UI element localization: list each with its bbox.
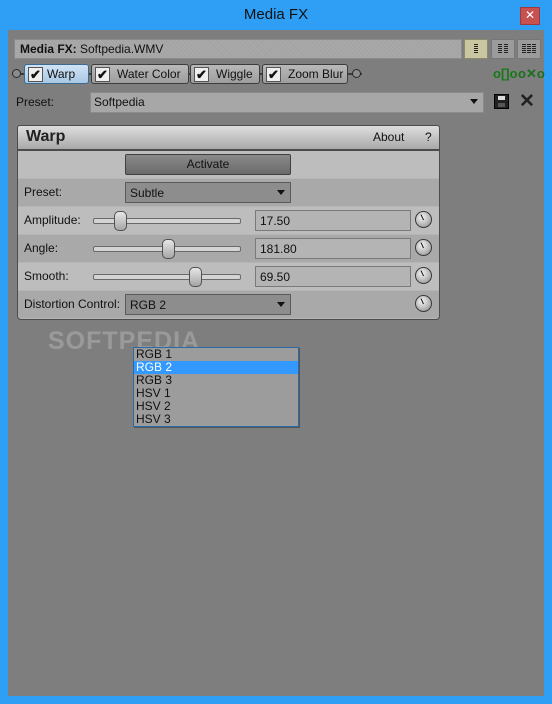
- title-bar[interactable]: Media FX ✕: [0, 0, 552, 30]
- delete-preset-icon[interactable]: ✕: [519, 90, 535, 113]
- smooth-slider[interactable]: [93, 267, 241, 287]
- smooth-value: 69.50: [260, 270, 291, 284]
- fx-tab-label: Warp: [47, 67, 76, 81]
- media-fx-label: Media FX:: [20, 42, 77, 56]
- angle-row: Angle: 181.80: [18, 235, 439, 262]
- smooth-row: Smooth: 69.50: [18, 263, 439, 290]
- amplitude-input[interactable]: 17.50: [255, 210, 411, 231]
- fx-tab-zoom-blur[interactable]: ✔ Zoom Blur: [262, 64, 348, 84]
- fx-tab-label: Water Color: [117, 67, 181, 81]
- preset-label: Preset:: [16, 95, 55, 109]
- fx-tab-wiggle[interactable]: ✔ Wiggle: [190, 64, 260, 84]
- about-link[interactable]: About: [373, 130, 404, 144]
- fx-tab-water-color[interactable]: ✔ Water Color: [91, 64, 189, 84]
- water-color-checkbox[interactable]: ✔: [95, 67, 110, 82]
- chevron-down-icon: [470, 99, 478, 104]
- chain-end-node-icon: [352, 69, 361, 78]
- two-column-view-icon[interactable]: [491, 39, 515, 59]
- angle-slider[interactable]: [93, 239, 241, 259]
- amplitude-label: Amplitude:: [24, 213, 81, 227]
- warp-checkbox[interactable]: ✔: [28, 67, 43, 82]
- amplitude-slider[interactable]: [93, 211, 241, 231]
- media-file-name: Softpedia.WMV: [80, 42, 164, 56]
- plug-in-chain-icon[interactable]: o[]o: [493, 66, 518, 82]
- amplitude-keyframe-icon[interactable]: [415, 211, 432, 228]
- angle-input[interactable]: 181.80: [255, 238, 411, 259]
- amplitude-row: Amplitude: 17.50: [18, 207, 439, 234]
- angle-value: 181.80: [260, 242, 297, 256]
- angle-slider-thumb[interactable]: [161, 239, 175, 259]
- save-preset-icon[interactable]: [494, 94, 509, 109]
- plugin-preset-label: Preset:: [24, 185, 63, 199]
- window-title: Media FX: [243, 6, 309, 23]
- smooth-slider-thumb[interactable]: [189, 267, 203, 287]
- activate-row: Activate: [18, 151, 439, 178]
- distortion-control-dropdown[interactable]: RGB 2: [125, 294, 291, 315]
- fx-tab-warp[interactable]: ✔ Warp: [24, 64, 89, 84]
- smooth-keyframe-icon[interactable]: [415, 267, 432, 284]
- client-area: Media FX: Softpedia.WMV ✔ Warp ✔ Water C…: [8, 30, 545, 696]
- smooth-input[interactable]: 69.50: [255, 266, 411, 287]
- plugin-preset-value: Subtle: [130, 186, 165, 200]
- amplitude-slider-thumb[interactable]: [113, 211, 127, 231]
- remove-plug-in-icon[interactable]: o✕o: [518, 66, 545, 82]
- smooth-label: Smooth:: [24, 269, 69, 283]
- close-button[interactable]: ✕: [520, 7, 540, 25]
- preset-value: Softpedia: [94, 95, 145, 109]
- fx-tab-label: Zoom Blur: [288, 67, 344, 81]
- distortion-control-value: RGB 2: [130, 298, 167, 312]
- media-fx-header: Media FX: Softpedia.WMV: [14, 39, 462, 59]
- chain-start-node-icon: [12, 69, 21, 78]
- plugin-parameters-panel: Activate Preset: Subtle Amplitude: 17.50: [17, 150, 440, 320]
- plugin-preset-dropdown[interactable]: Subtle: [125, 182, 291, 203]
- preset-dropdown[interactable]: Softpedia: [90, 92, 484, 113]
- distortion-option[interactable]: HSV 3: [134, 413, 298, 426]
- angle-keyframe-icon[interactable]: [415, 239, 432, 256]
- angle-label: Angle:: [24, 241, 59, 255]
- amplitude-value: 17.50: [260, 214, 291, 228]
- plugin-header: Warp About ?: [17, 125, 440, 150]
- chevron-down-icon: [277, 190, 285, 195]
- distortion-row: Distortion Control: RGB 2: [18, 291, 439, 318]
- plugin-name: Warp: [26, 128, 66, 145]
- three-column-view-icon[interactable]: [517, 39, 541, 59]
- list-view-icon[interactable]: [464, 39, 488, 59]
- plugin-preset-row: Preset: Subtle: [18, 179, 439, 206]
- fx-chain: ✔ Warp ✔ Water Color ✔ Wiggle ✔ Zoom Blu…: [12, 64, 362, 84]
- distortion-options-list[interactable]: RGB 1 RGB 2 RGB 3 HSV 1 HSV 2 HSV 3: [133, 347, 299, 427]
- media-fx-window: Media FX ✕ Media FX: Softpedia.WMV ✔ War…: [0, 0, 552, 704]
- zoom-blur-checkbox[interactable]: ✔: [266, 67, 281, 82]
- fx-tab-label: Wiggle: [216, 67, 253, 81]
- activate-button[interactable]: Activate: [125, 154, 291, 175]
- help-button[interactable]: ?: [425, 130, 432, 144]
- distortion-control-label: Distortion Control:: [24, 297, 121, 311]
- wiggle-checkbox[interactable]: ✔: [194, 67, 209, 82]
- distortion-keyframe-icon[interactable]: [415, 295, 432, 312]
- chevron-down-icon: [277, 302, 285, 307]
